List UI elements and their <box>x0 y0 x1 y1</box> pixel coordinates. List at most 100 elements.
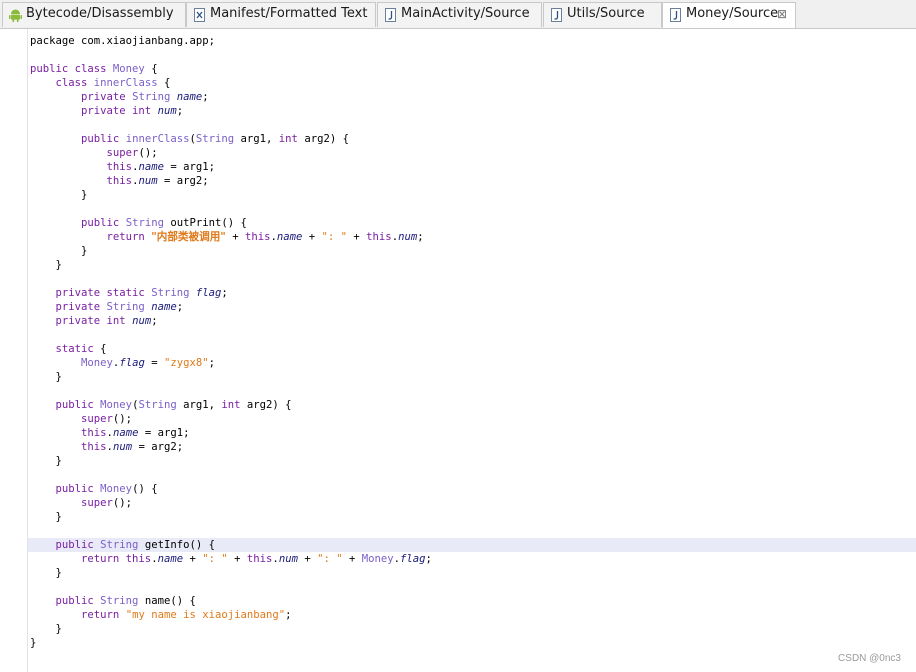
code-line[interactable] <box>30 524 916 538</box>
code-token-plain: arg1, <box>234 133 279 145</box>
code-token-plain: + <box>302 231 322 243</box>
code-line[interactable]: } <box>30 622 916 636</box>
code-line[interactable]: Money.flag = "zygx8"; <box>30 356 916 370</box>
code-line[interactable]: super(); <box>30 412 916 426</box>
code-line[interactable]: class innerClass { <box>30 76 916 90</box>
code-line[interactable] <box>30 272 916 286</box>
code-line[interactable] <box>30 580 916 594</box>
code-line[interactable]: super(); <box>30 496 916 510</box>
code-token-fld: name <box>151 301 177 313</box>
code-line[interactable]: } <box>30 566 916 580</box>
code-line[interactable]: public class Money { <box>30 62 916 76</box>
code-token-plain: = <box>144 357 164 369</box>
code-line[interactable] <box>30 202 916 216</box>
code-token-plain: () { <box>132 483 158 495</box>
code-token-plain: (); <box>112 413 133 425</box>
code-line[interactable]: private String name; <box>30 90 916 104</box>
code-token-str-zh: "内部类被调用" <box>151 231 226 243</box>
code-line[interactable]: } <box>30 636 916 650</box>
code-token-kw: private int <box>81 105 158 117</box>
code-token-kw: super <box>81 413 113 425</box>
code-line[interactable]: } <box>30 244 916 258</box>
code-line[interactable]: super(); <box>30 146 916 160</box>
source-editor[interactable]: package com.xiaojianbang.app; public cla… <box>0 29 916 672</box>
code-token-ty: String <box>125 217 171 229</box>
code-token-ty: String <box>138 399 177 411</box>
code-line[interactable]: return "my name is xiaojianbang"; <box>30 608 916 622</box>
code-line[interactable]: } <box>30 188 916 202</box>
code-line[interactable] <box>30 384 916 398</box>
code-token-fld: flag <box>195 287 222 299</box>
code-line[interactable]: public String outPrint() { <box>30 216 916 230</box>
code-line[interactable]: private String name; <box>30 300 916 314</box>
code-token-plain: = arg2; <box>132 441 184 453</box>
code-token-plain: getInfo() { <box>144 539 215 551</box>
code-token-plain: + <box>183 553 203 565</box>
code-token-plain: ; <box>202 91 209 103</box>
code-line[interactable]: } <box>30 258 916 272</box>
code-token-kw: this <box>366 231 392 243</box>
tab-bytecode-disassembly[interactable]: Bytecode/Disassembly <box>2 2 186 27</box>
code-line[interactable] <box>30 328 916 342</box>
xml-file-icon <box>194 8 205 22</box>
code-token-plain: ; <box>176 301 184 313</box>
code-line[interactable]: } <box>30 454 916 468</box>
code-line[interactable]: public String name() { <box>30 594 916 608</box>
editor-tab-bar: Bytecode/Disassembly Manifest/Formatted … <box>0 0 916 29</box>
code-line[interactable]: package com.xiaojianbang.app; <box>30 34 916 48</box>
code-line[interactable] <box>30 118 916 132</box>
tab-utils-source[interactable]: Utils/Source <box>543 2 662 27</box>
code-line[interactable]: return "内部类被调用" + this.name + ": " + thi… <box>30 230 916 244</box>
watermark: CSDN @0nc3 <box>838 653 901 664</box>
code-token-plain: arg1, <box>176 399 222 411</box>
code-line[interactable]: this.num = arg2; <box>30 174 916 188</box>
code-token-plain: { <box>93 343 107 355</box>
close-icon[interactable]: ⊠ <box>777 7 787 21</box>
code-area[interactable]: package com.xiaojianbang.app; public cla… <box>28 34 916 650</box>
code-line[interactable] <box>30 48 916 62</box>
code-token-kw: super <box>106 147 139 159</box>
code-line[interactable] <box>30 468 916 482</box>
tab-mainactivity-source[interactable]: MainActivity/Source <box>377 2 542 27</box>
code-line[interactable]: private int num; <box>30 314 916 328</box>
code-token-str: ": " <box>321 231 348 243</box>
java-file-icon <box>551 8 562 22</box>
code-token-ty: Money <box>81 357 113 369</box>
code-line[interactable]: static { <box>30 342 916 356</box>
code-token-kw: class <box>55 77 94 89</box>
code-token-kw: this <box>106 161 133 173</box>
code-line[interactable]: public String getInfo() { <box>28 538 916 552</box>
code-token-plain: ; <box>151 315 158 327</box>
code-token-plain: { <box>157 77 171 89</box>
code-token-plain: arg2) { <box>297 133 349 145</box>
code-token-kw: private <box>81 91 133 103</box>
tab-money-source[interactable]: Money/Source ⊠ <box>662 2 796 28</box>
code-token-kw: int <box>278 133 298 145</box>
code-token-plain: + <box>297 553 318 565</box>
code-line[interactable]: } <box>30 370 916 384</box>
code-line[interactable]: return this.name + ": " + this.num + ": … <box>30 552 916 566</box>
code-line[interactable]: this.num = arg2; <box>30 440 916 454</box>
code-line[interactable]: public Money(String arg1, int arg2) { <box>30 398 916 412</box>
code-line[interactable]: this.name = arg1; <box>30 160 916 174</box>
code-line[interactable]: public Money() { <box>30 482 916 496</box>
code-token-fld: name <box>176 91 203 103</box>
code-line[interactable]: public innerClass(String arg1, int arg2)… <box>30 132 916 146</box>
code-token-fld: num <box>112 441 133 453</box>
tab-manifest-formatted-text[interactable]: Manifest/Formatted Text <box>186 2 376 27</box>
code-line[interactable]: } <box>30 510 916 524</box>
code-token-fld: num <box>278 553 298 565</box>
code-line[interactable]: this.name = arg1; <box>30 426 916 440</box>
code-token-ty: innerClass <box>125 133 190 145</box>
code-line[interactable]: private int num; <box>30 104 916 118</box>
code-token-kw: return this <box>81 553 152 565</box>
code-token-plain: } <box>30 189 88 201</box>
code-line[interactable]: private static String flag; <box>30 286 916 300</box>
code-token-fld: num <box>398 231 418 243</box>
